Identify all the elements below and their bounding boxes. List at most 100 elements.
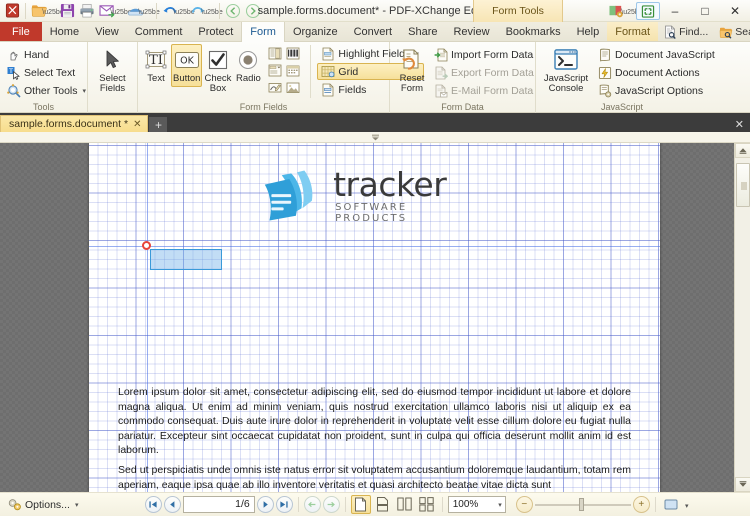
open-caret-icon[interactable]: \u25be — [42, 1, 63, 21]
document-tab[interactable]: sample.forms.document * ✕ — [0, 115, 149, 132]
tab-protect[interactable]: Protect — [190, 22, 241, 41]
reset-form-button[interactable]: Reset Form — [397, 44, 427, 96]
tab-bookmarks[interactable]: Bookmarks — [498, 22, 569, 41]
select-text-tool-button[interactable]: T Select Text — [3, 64, 91, 81]
document-tab-close-icon[interactable]: ✕ — [131, 119, 143, 130]
tab-convert[interactable]: Convert — [346, 22, 401, 41]
two-page-view-icon[interactable] — [395, 495, 415, 514]
two-page-continuous-view-icon[interactable] — [417, 495, 437, 514]
text-field-button[interactable]: TI Text — [141, 44, 171, 87]
zoom-out-button[interactable]: − — [515, 496, 533, 513]
barcode-field-icon[interactable] — [285, 46, 302, 62]
previous-page-button[interactable] — [163, 496, 181, 513]
search-label: Search... — [735, 25, 750, 38]
back-icon[interactable] — [223, 1, 243, 21]
javascript-console-button[interactable]: JavaScript Console — [542, 44, 590, 96]
hand-tool-button[interactable]: Hand — [3, 46, 91, 63]
document-actions-label: Document Actions — [615, 66, 700, 79]
other-tools-button[interactable]: Other Tools ▾ — [3, 82, 91, 99]
zoom-in-button[interactable]: + — [632, 496, 650, 513]
scroll-down-button[interactable] — [735, 477, 750, 492]
fullscreen-toggle-icon[interactable] — [636, 2, 660, 20]
dropdown-field-icon[interactable] — [267, 63, 284, 79]
document-viewport[interactable]: tracker SOFTWARE PRODUCTS Lorem ipsum do… — [0, 143, 750, 492]
minimize-button[interactable]: – — [660, 0, 690, 22]
pdf-page[interactable]: tracker SOFTWARE PRODUCTS Lorem ipsum do… — [89, 143, 660, 492]
tab-form[interactable]: Form — [241, 22, 285, 42]
document-actions-icon — [597, 65, 612, 80]
print-icon[interactable] — [77, 1, 97, 21]
email-form-data-button[interactable]: E-Mail Form Data — [430, 82, 539, 99]
fullscreen-caret-icon[interactable]: ▾ — [683, 495, 691, 515]
radio-button-field-button[interactable]: Radio — [233, 44, 263, 87]
scroll-up-button[interactable] — [735, 143, 750, 158]
push-button-field[interactable] — [150, 249, 222, 270]
forward-icon[interactable] — [243, 1, 263, 21]
search-button[interactable]: Search... — [714, 23, 750, 41]
scan-caret-icon[interactable]: \u25be — [138, 1, 159, 21]
document-tab-label: sample.forms.document * — [9, 118, 129, 130]
close-button[interactable]: ✕ — [720, 0, 750, 22]
redo-caret-icon[interactable]: \u25be — [201, 1, 222, 21]
document-actions-button[interactable]: Document Actions — [594, 64, 720, 81]
undo-caret-icon[interactable]: \u25be — [173, 1, 194, 21]
zoom-caret-icon[interactable]: ▾ — [498, 501, 502, 509]
find-button[interactable]: Find... — [658, 23, 712, 41]
previous-view-button[interactable] — [303, 496, 321, 513]
last-page-button[interactable] — [275, 496, 293, 513]
tab-home[interactable]: Home — [42, 22, 87, 41]
fields-label: Fields — [338, 83, 367, 96]
page-number-input[interactable]: 1/6 — [182, 496, 255, 513]
tab-format[interactable]: Format — [607, 22, 659, 41]
tab-file[interactable]: File — [0, 22, 42, 41]
image-field-icon[interactable] — [285, 80, 302, 96]
tracker-logo-mark — [264, 170, 313, 221]
next-page-button[interactable] — [256, 496, 274, 513]
options-caret-icon[interactable]: ▾ — [75, 501, 79, 509]
continuous-view-icon[interactable] — [373, 495, 393, 514]
other-tools-caret-icon[interactable]: ▾ — [83, 87, 87, 95]
document-javascript-button[interactable]: Document JavaScript — [594, 46, 720, 63]
find-icon — [662, 24, 677, 39]
list-box-field-icon[interactable] — [267, 46, 284, 62]
signature-field-icon[interactable] — [267, 80, 284, 96]
options-button[interactable]: Options... ▾ — [0, 495, 85, 515]
zoom-slider-knob[interactable] — [578, 498, 584, 511]
tab-organize[interactable]: Organize — [285, 22, 346, 41]
select-fields-button[interactable]: Select Fields — [91, 44, 134, 97]
single-page-view-icon[interactable] — [350, 495, 371, 514]
check-box-field-button[interactable]: Check Box — [202, 44, 233, 96]
vertical-scrollbar[interactable] — [734, 143, 750, 492]
email-caret-icon[interactable]: \u25be — [110, 1, 131, 21]
button-field-button[interactable]: OK Button — [171, 44, 203, 87]
pane-splitter[interactable] — [0, 132, 750, 143]
import-form-data-button[interactable]: Import Form Data — [430, 46, 539, 63]
pdf-xchange-editor-window: \u25be \u25be \u25be \u25be \u25be sampl… — [0, 0, 750, 516]
next-view-button[interactable] — [322, 496, 340, 513]
zoom-level-select[interactable]: 100% ▾ — [447, 496, 506, 513]
tab-view[interactable]: View — [87, 22, 127, 41]
tab-help[interactable]: Help — [569, 22, 608, 41]
app-logo-icon[interactable] — [2, 1, 22, 21]
tab-comment[interactable]: Comment — [127, 22, 191, 41]
first-page-button[interactable] — [144, 496, 162, 513]
date-field-icon[interactable] — [285, 63, 302, 79]
new-tab-button[interactable]: + — [149, 117, 168, 132]
vertical-scroll-thumb[interactable] — [736, 163, 750, 207]
tab-share[interactable]: Share — [400, 22, 445, 41]
ribbon-tab-bar: File Home View Comment Protect Form Orga… — [0, 22, 750, 42]
ribbon-options-caret-icon[interactable]: \u25be — [621, 1, 642, 21]
import-form-data-label: Import Form Data — [451, 48, 534, 61]
tab-review[interactable]: Review — [445, 22, 497, 41]
field-anchor-handle-icon[interactable] — [142, 241, 151, 250]
export-form-data-label: Export Form Data — [451, 66, 534, 79]
import-form-data-icon — [433, 47, 448, 62]
maximize-button[interactable]: □ — [690, 0, 720, 22]
fullscreen-icon[interactable] — [661, 495, 681, 514]
zoom-slider[interactable] — [534, 496, 631, 513]
save-icon[interactable] — [57, 1, 77, 21]
grid-icon — [320, 64, 335, 79]
javascript-options-button[interactable]: JavaScript Options — [594, 82, 720, 99]
close-document-button[interactable]: ✕ — [735, 118, 750, 132]
export-form-data-button[interactable]: Export Form Data — [430, 64, 539, 81]
